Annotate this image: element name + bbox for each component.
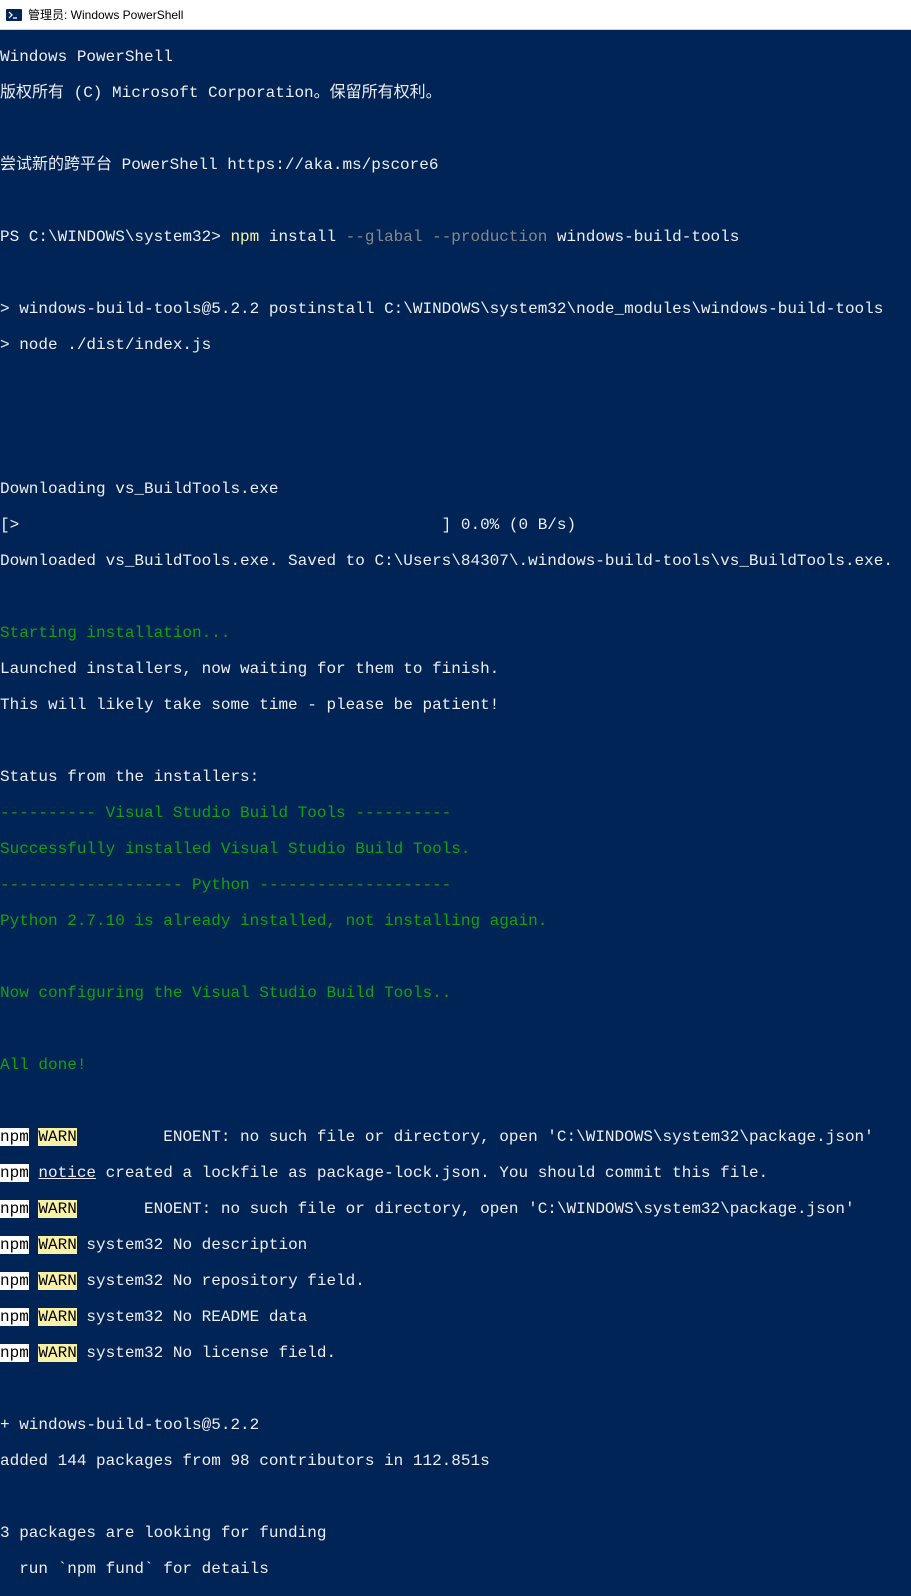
cmd-flags: --glabal --production bbox=[346, 228, 548, 246]
npm-badge: npm bbox=[0, 1344, 29, 1362]
ps-prompt: PS C:\WINDOWS\system32> bbox=[0, 228, 230, 246]
npm-warn-line: npm WARN system32 No description bbox=[0, 1236, 911, 1254]
npm-msg: ENOENT: no such file or directory, open … bbox=[154, 1128, 874, 1146]
terminal-body[interactable]: Windows PowerShell 版权所有 (C) Microsoft Co… bbox=[0, 30, 911, 1596]
python-msg: Python 2.7.10 is already installed, not … bbox=[0, 912, 911, 930]
blank-line bbox=[0, 372, 911, 390]
starting-install: Starting installation... bbox=[0, 624, 911, 642]
powershell-icon bbox=[6, 7, 22, 23]
blank-line bbox=[0, 264, 911, 282]
npm-msg: ENOENT: no such file or directory, open … bbox=[134, 1200, 854, 1218]
blank-line bbox=[0, 1092, 911, 1110]
npm-warn-line: npm WARN system32 No license field. bbox=[0, 1344, 911, 1362]
npm-pad bbox=[77, 1128, 154, 1146]
npm-warn-line: npm WARN system32 No repository field. bbox=[0, 1272, 911, 1290]
blank-line bbox=[0, 192, 911, 210]
titlebar[interactable]: 管理员: Windows PowerShell bbox=[0, 0, 911, 30]
npm-msg: system32 No description bbox=[77, 1236, 307, 1254]
blank-line bbox=[0, 444, 911, 462]
npm-badge: npm bbox=[0, 1272, 29, 1290]
postinstall-line: > node ./dist/index.js bbox=[0, 336, 911, 354]
vs-success: Successfully installed Visual Studio Bui… bbox=[0, 840, 911, 858]
header-line: Windows PowerShell bbox=[0, 48, 911, 66]
cmd-npm: npm bbox=[230, 228, 259, 246]
npm-msg: system32 No repository field. bbox=[77, 1272, 365, 1290]
npm-notice-line: npm notice created a lockfile as package… bbox=[0, 1164, 911, 1182]
warn-badge: WARN bbox=[38, 1236, 76, 1254]
npm-badge: npm bbox=[0, 1164, 29, 1182]
install-msg: This will likely take some time - please… bbox=[0, 696, 911, 714]
warn-badge: WARN bbox=[38, 1344, 76, 1362]
config-msg: Now configuring the Visual Studio Build … bbox=[0, 984, 911, 1002]
all-done: All done! bbox=[0, 1056, 911, 1074]
warn-badge: WARN bbox=[38, 1128, 76, 1146]
cmd-text: install bbox=[259, 228, 345, 246]
npm-badge: npm bbox=[0, 1128, 29, 1146]
warn-badge: WARN bbox=[38, 1200, 76, 1218]
npm-badge: npm bbox=[0, 1308, 29, 1326]
npm-badge: npm bbox=[0, 1200, 29, 1218]
npm-msg: system32 No license field. bbox=[77, 1344, 336, 1362]
download-line: Downloaded vs_BuildTools.exe. Saved to C… bbox=[0, 552, 911, 570]
blank-line bbox=[0, 1488, 911, 1506]
blank-line bbox=[0, 120, 911, 138]
postinstall-line: > windows-build-tools@5.2.2 postinstall … bbox=[0, 300, 911, 318]
npm-msg: system32 No README data bbox=[77, 1308, 307, 1326]
npm-warn-line: npm WARN ENOENT: no such file or directo… bbox=[0, 1200, 911, 1218]
notice-badge: notice bbox=[38, 1164, 96, 1182]
blank-line bbox=[0, 1380, 911, 1398]
blank-line bbox=[0, 948, 911, 966]
npm-msg: created a lockfile as package-lock.json.… bbox=[96, 1164, 768, 1182]
funding-line: 3 packages are looking for funding bbox=[0, 1524, 911, 1542]
vs-divider: ---------- Visual Studio Build Tools ---… bbox=[0, 804, 911, 822]
result-added: added 144 packages from 98 contributors … bbox=[0, 1452, 911, 1470]
python-divider: ------------------- Python -------------… bbox=[0, 876, 911, 894]
npm-pad bbox=[77, 1200, 135, 1218]
npm-warn-line: npm WARN ENOENT: no such file or directo… bbox=[0, 1128, 911, 1146]
download-line: Downloading vs_BuildTools.exe bbox=[0, 480, 911, 498]
funding-line: run `npm fund` for details bbox=[0, 1560, 911, 1578]
blank-line bbox=[0, 588, 911, 606]
blank-line bbox=[0, 1020, 911, 1038]
warn-badge: WARN bbox=[38, 1308, 76, 1326]
progress-bar: [> ] 0.0% (0 B/s) bbox=[0, 516, 911, 534]
header-line: 版权所有 (C) Microsoft Corporation。保留所有权利。 bbox=[0, 84, 911, 102]
npm-warn-line: npm WARN system32 No README data bbox=[0, 1308, 911, 1326]
status-header: Status from the installers: bbox=[0, 768, 911, 786]
blank-line bbox=[0, 732, 911, 750]
prompt-line: PS C:\WINDOWS\system32> npm install --gl… bbox=[0, 228, 911, 246]
blank-line bbox=[0, 408, 911, 426]
warn-badge: WARN bbox=[38, 1272, 76, 1290]
npm-badge: npm bbox=[0, 1236, 29, 1254]
header-line: 尝试新的跨平台 PowerShell https://aka.ms/pscore… bbox=[0, 156, 911, 174]
window-title: 管理员: Windows PowerShell bbox=[28, 6, 183, 23]
install-msg: Launched installers, now waiting for the… bbox=[0, 660, 911, 678]
cmd-text: windows-build-tools bbox=[547, 228, 739, 246]
result-plus: + windows-build-tools@5.2.2 bbox=[0, 1416, 911, 1434]
